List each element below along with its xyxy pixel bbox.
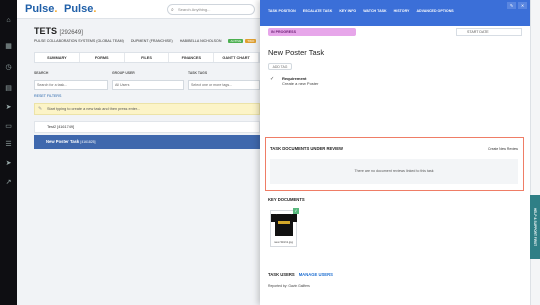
tab-finances[interactable]: FINANCES: [169, 53, 215, 62]
add-tag-button[interactable]: ADD TAG: [268, 63, 292, 70]
stage-select[interactable]: IN PROGRESS: [268, 28, 356, 36]
key-info-button[interactable]: KEY INFO: [339, 9, 356, 13]
group-user-select[interactable]: All Users: [112, 80, 184, 90]
meta-franchise[interactable]: DUPMENT (FRANCHISE): [131, 39, 173, 43]
home-icon[interactable]: ⌂: [4, 16, 13, 25]
reset-filters-link[interactable]: RESET FILTERS: [34, 94, 61, 98]
app-root: ⌂ ▦ ◷ ▤ ➤ ▭ ☰ ➤ ↗ Pulse. Pulse. ⌕ Search…: [0, 0, 540, 305]
help-support-tab[interactable]: HELP & SUPPORT FIRST: [530, 195, 540, 259]
edit-icon[interactable]: ✎: [507, 2, 516, 9]
review-heading: TASK DOCUMENTS UNDER REVIEW: [270, 146, 343, 151]
task-row-selected[interactable]: New Poster Task [4161825]: [34, 135, 260, 149]
status-badge: ACTIVE: [228, 39, 244, 43]
status-badge: TWO: [245, 39, 257, 43]
pencil-icon: ✎: [38, 106, 43, 112]
task-search-input[interactable]: Search for a task...: [34, 80, 108, 90]
document-icon[interactable]: ▭: [4, 122, 13, 131]
filter-search-label: SEARCH: [34, 71, 49, 75]
calendar-icon[interactable]: ▦: [4, 42, 13, 51]
job-tabs: SUMMARY FORMS FILES FINANCES GANTT CHART: [34, 52, 260, 63]
start-date-field[interactable]: START DATE: [456, 28, 522, 36]
search-icon: ⌕: [171, 7, 174, 13]
task-tags-select[interactable]: Select one or more tags...: [188, 80, 260, 90]
right-rail: [530, 0, 540, 305]
reported-by: Reported by: Gavin Gallfers: [268, 284, 310, 288]
page-title: TETS [292649]: [34, 26, 83, 36]
review-empty-state: There are no document reviews linked to …: [270, 159, 518, 184]
task-row[interactable]: Test2 [4161749]: [34, 121, 260, 133]
close-icon[interactable]: ✕: [518, 2, 527, 9]
tab-forms[interactable]: FORMS: [80, 53, 125, 62]
key-documents-heading: KEY DOCUMENTS: [268, 197, 305, 202]
new-task-input[interactable]: ✎ Start typing to create a new task and …: [34, 103, 260, 115]
tab-summary[interactable]: SUMMARY: [35, 53, 80, 62]
meta-owner[interactable]: HABIBELLA NICHOLSON: [180, 39, 222, 43]
file-name: new Shirt1.jpg: [273, 240, 293, 244]
history-button[interactable]: HISTORY: [394, 9, 410, 13]
pulse-logo-secondary: Pulse.: [64, 3, 97, 15]
graph-icon[interactable]: ↗: [4, 178, 13, 187]
check-icon: ✓: [293, 208, 299, 214]
key-document-thumbnail[interactable]: new Shirt1.jpg ✓: [270, 208, 299, 247]
filter-group-label: GROUP USER: [112, 71, 135, 75]
pulse-logo[interactable]: Pulse.: [25, 3, 57, 15]
clock-icon[interactable]: ◷: [4, 63, 13, 72]
send-icon[interactable]: ➤: [4, 103, 13, 112]
task-users-heading: TASK USERS MANAGE USERS: [268, 272, 333, 277]
job-meta: PULSE COLLABORATION SYSTEMS (GLOBAL TEAM…: [34, 39, 257, 43]
task-title[interactable]: New Poster Task: [268, 48, 324, 57]
watch-task-button[interactable]: WATCH TASK: [363, 9, 386, 13]
job-content: TETS [292649] PULSE COLLABORATION SYSTEM…: [17, 19, 260, 305]
documents-under-review: TASK DOCUMENTS UNDER REVIEW Create New R…: [265, 137, 524, 191]
list-icon[interactable]: ☰: [4, 140, 13, 149]
send-icon[interactable]: ➤: [4, 159, 13, 168]
task-position-button[interactable]: TASK POSITION: [268, 9, 296, 13]
advanced-options-button[interactable]: ADVANCED OPTIONS: [416, 9, 453, 13]
tab-gantt-chart[interactable]: GANTT CHART: [214, 53, 259, 62]
panel-header: TASK POSITION ESCALATE TASK KEY INFO WAT…: [260, 0, 530, 26]
tab-files[interactable]: FILES: [125, 53, 170, 62]
create-review-link[interactable]: Create New Review: [488, 147, 518, 151]
top-bar: Pulse. Pulse. ⌕ Search Anything...: [17, 0, 260, 19]
left-nav-rail: ⌂ ▦ ◷ ▤ ➤ ▭ ☰ ➤ ↗: [0, 0, 17, 305]
shirt-image: [271, 214, 297, 236]
global-search-input[interactable]: ⌕ Search Anything...: [167, 4, 255, 15]
requirement: Requirement Create a new Poster: [282, 76, 319, 86]
check-icon: ✓: [270, 76, 275, 82]
chart-icon[interactable]: ▤: [4, 84, 13, 93]
manage-users-link[interactable]: MANAGE USERS: [299, 272, 333, 277]
filter-tags-label: TASK TAGS: [188, 71, 208, 75]
escalate-task-button[interactable]: ESCALATE TASK: [303, 9, 333, 13]
meta-client[interactable]: PULSE COLLABORATION SYSTEMS (GLOBAL TEAM…: [34, 39, 124, 43]
